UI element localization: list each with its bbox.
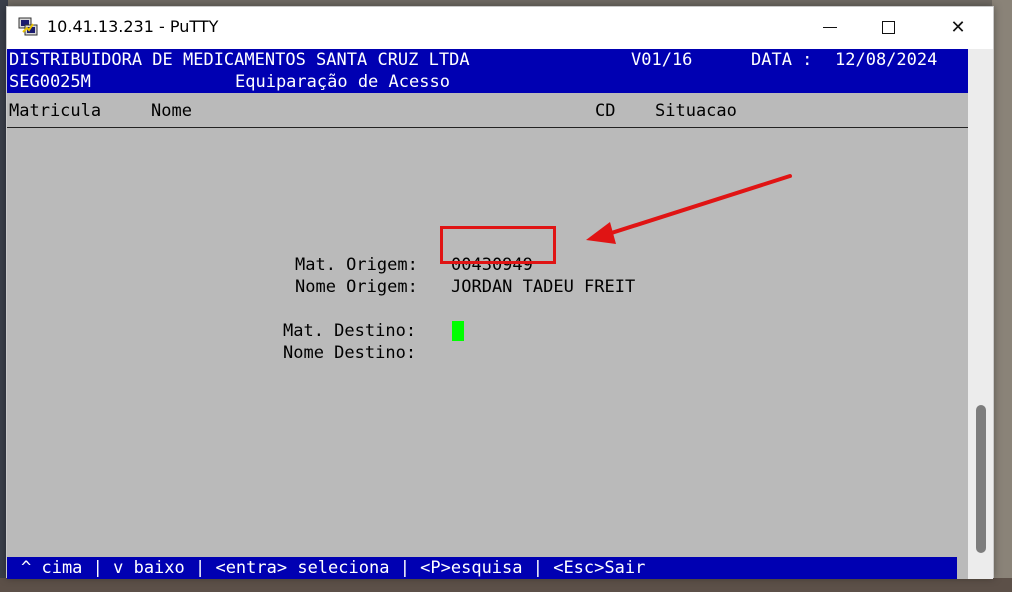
column-header-matricula: Matricula	[9, 101, 102, 121]
putty-window: 10.41.13.231 - PuTTY ✕ DISTRIBUIDORA DE …	[6, 6, 994, 579]
date-value: 12/08/2024	[835, 50, 938, 70]
column-header-nome: Nome	[151, 101, 192, 121]
annotation-arrow-icon	[586, 174, 792, 244]
origin-mat-label: Mat. Origem:	[295, 255, 418, 275]
screen-title: Equiparação de Acesso	[235, 72, 450, 92]
window-title: 10.41.13.231 - PuTTY	[47, 17, 219, 36]
column-header-situacao: Situacao	[655, 101, 737, 121]
program-code: SEG0025M	[9, 72, 91, 92]
scrollbar-thumb[interactable]	[976, 405, 986, 553]
desktop-background-bottom	[0, 578, 1012, 592]
putty-app-icon[interactable]	[17, 16, 39, 38]
origin-name-value: JORDAN TADEU FREIT	[451, 277, 636, 297]
dest-name-label: Nome Destino:	[283, 343, 417, 363]
title-bar[interactable]: 10.41.13.231 - PuTTY ✕	[7, 7, 993, 47]
annotation-highlight-box	[440, 226, 556, 264]
date-label: DATA :	[751, 50, 813, 70]
desktop-background-right	[992, 0, 1012, 592]
column-header-divider	[7, 127, 968, 128]
version-label: V01/16	[631, 50, 693, 70]
dest-mat-input-cursor[interactable]	[452, 321, 464, 341]
close-button[interactable]: ✕	[935, 7, 981, 47]
vertical-scrollbar[interactable]	[968, 49, 993, 579]
company-name: DISTRIBUIDORA DE MEDICAMENTOS SANTA CRUZ…	[9, 50, 470, 70]
origin-name-label: Nome Origem:	[295, 277, 418, 297]
maximize-button[interactable]	[865, 7, 911, 47]
close-icon: ✕	[950, 16, 966, 38]
column-header-cd: CD	[595, 101, 616, 121]
minimize-button[interactable]	[807, 7, 853, 47]
minimize-icon	[823, 26, 837, 28]
maximize-icon	[881, 20, 895, 34]
footer-help: ^ cima | v baixo | <entra> seleciona | <…	[21, 558, 646, 578]
terminal-screen[interactable]: DISTRIBUIDORA DE MEDICAMENTOS SANTA CRUZ…	[7, 49, 968, 579]
dest-mat-label: Mat. Destino:	[283, 321, 417, 341]
